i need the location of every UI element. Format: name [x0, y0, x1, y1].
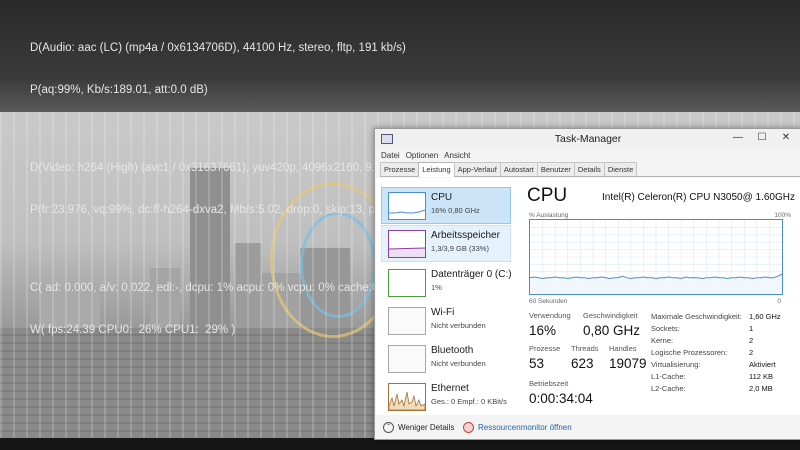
resource-value: 16% 0,80 GHz [431, 206, 480, 215]
resource-value: Nicht verbunden [431, 321, 486, 330]
memory-graph-icon [388, 230, 426, 258]
spec-label: Sockets: [651, 324, 680, 333]
osd-audio-params: P(aq:99%, Kb/s:189.01, att:0.0 dB) [30, 84, 208, 96]
minimize-button[interactable]: — [727, 131, 749, 145]
spec-value: 2,0 MB [749, 384, 773, 393]
threads-value: 623 [571, 356, 594, 371]
osd-video-line: D(Video: h264 (High) (avc1 / 0x31637661)… [30, 162, 420, 174]
uptime-label: Betriebszeit [529, 379, 569, 388]
tab-benutzer[interactable]: Benutzer [536, 162, 575, 176]
chevron-up-icon: ⌃ [383, 422, 394, 433]
spec-label: Virtualisierung: [651, 360, 701, 369]
spec-value: Aktiviert [749, 360, 776, 369]
spec-label: L1-Cache: [651, 372, 686, 381]
osd-clock-line: C( ad: 0.000, a/v: 0.022, edl:-, dcpu: 1… [30, 282, 423, 294]
playback-stats-overlay: D(Audio: aac (LC) (mp4a / 0x6134706D), 4… [30, 13, 423, 351]
resource-value: Ges.: 0 Empf.: 0 KBit/s [431, 397, 507, 406]
resource-value: 1,3/3,9 GB (33%) [431, 244, 489, 253]
usage-label: Verwendung [529, 311, 571, 320]
cpu-model: Intel(R) Celeron(R) CPU N3050@ 1.60GHz [602, 192, 795, 203]
title-bar[interactable]: Task-Manager — ☐ ✕ [375, 129, 800, 149]
processes-value: 53 [529, 356, 545, 371]
tab-prozesse[interactable]: Prozesse [380, 162, 420, 176]
resource-monitor-icon [463, 422, 474, 433]
resource-item-memory[interactable]: Arbeitsspeicher 1,3/3,9 GB (33%) [381, 225, 511, 262]
tab-dienste[interactable]: Dienste [603, 162, 638, 176]
tab-app-verlauf[interactable]: App-Verlauf [453, 162, 501, 176]
spec-label: L2-Cache: [651, 384, 686, 393]
speed-label: Geschwindigkeit [583, 311, 638, 320]
resource-name: Ethernet [431, 383, 469, 394]
cpu-graph-icon [388, 192, 426, 220]
graph-y-label: % Auslastung [529, 212, 569, 219]
less-details-button[interactable]: ⌃ Weniger Details [383, 422, 454, 433]
usage-value: 16% [529, 323, 557, 338]
resource-monitor-link[interactable]: Ressourcenmonitor öffnen [463, 422, 572, 433]
menu-optionen[interactable]: Optionen [406, 151, 438, 160]
speed-value: 0,80 GHz [583, 323, 641, 338]
resource-value: Nicht verbunden [431, 359, 486, 368]
resource-name: CPU [431, 192, 453, 203]
less-details-label: Weniger Details [398, 423, 455, 432]
resource-item-bluetooth[interactable]: Bluetooth Nicht verbunden [382, 341, 510, 376]
task-manager-window: Task-Manager — ☐ ✕ Datei Optionen Ansich… [374, 128, 800, 440]
resource-name: Bluetooth [431, 345, 474, 356]
bluetooth-graph-icon [388, 345, 426, 373]
detail-title: CPU [527, 185, 568, 206]
tab-leistung[interactable]: Leistung [418, 162, 455, 177]
resource-monitor-label: Ressourcenmonitor öffnen [478, 423, 572, 432]
resource-list: CPU 16% 0,80 GHz Arbeitsspeicher 1,3/3,9… [381, 183, 512, 411]
resource-name: Wi-Fi [431, 307, 455, 318]
tab-autostart[interactable]: Autostart [499, 162, 538, 176]
resource-value: 1% [431, 283, 442, 292]
footer-bar: ⌃ Weniger Details Ressourcenmonitor öffn… [375, 416, 800, 439]
resource-item-cpu[interactable]: CPU 16% 0,80 GHz [381, 187, 511, 224]
graph-y-max: 100% [774, 212, 791, 219]
resource-name: Datenträger 0 (C:) [431, 269, 512, 280]
handles-label: Handles [609, 344, 637, 353]
handles-value: 19079 [609, 356, 647, 371]
disk-graph-icon [388, 269, 426, 297]
graph-y-min: 0 [777, 298, 781, 305]
threads-label: Threads [571, 344, 599, 353]
tab-bar: Prozesse Leistung App-Verlauf Autostart … [380, 162, 800, 177]
spec-label: Logische Prozessoren: [651, 348, 728, 357]
spec-label: Maximale Geschwindigkeit: [651, 312, 742, 321]
menu-bar: Datei Optionen Ansicht [375, 149, 800, 162]
spec-value: 1,60 GHz [749, 312, 781, 321]
resource-item-disk[interactable]: Datenträger 0 (C:) 1% [382, 265, 512, 300]
graph-x-label: 60 Sekunden [529, 298, 568, 305]
tab-details[interactable]: Details [573, 162, 605, 176]
resource-item-wifi[interactable]: Wi-Fi Nicht verbunden [382, 303, 510, 338]
menu-datei[interactable]: Datei [381, 151, 400, 160]
spec-value: 112 KB [749, 372, 774, 381]
cpu-detail: CPU Intel(R) Celeron(R) CPU N3050@ 1.60G… [527, 178, 795, 415]
close-button[interactable]: ✕ [775, 131, 797, 145]
menu-ansicht[interactable]: Ansicht [444, 151, 470, 160]
spec-label: Kerne: [651, 336, 674, 345]
resource-name: Arbeitsspeicher [431, 230, 500, 241]
cpu-usage-graph [529, 219, 783, 295]
resource-item-ethernet[interactable]: Ethernet Ges.: 0 Empf.: 0 KBit/s [382, 379, 510, 414]
osd-fps-line: W( fps:24.39 CPU0: 26% CPU1: 29% ) [30, 324, 236, 336]
processes-label: Prozesse [529, 344, 561, 353]
osd-video-params: P(fr:23.976, vq:99%, dc:ff-h264-dxva2, M… [30, 204, 395, 216]
uptime-value: 0:00:34:04 [529, 391, 593, 406]
spec-value: 1 [749, 324, 754, 333]
spec-value: 2 [749, 348, 754, 357]
ethernet-graph-icon [388, 383, 426, 411]
spec-value: 2 [749, 336, 754, 345]
maximize-button[interactable]: ☐ [751, 131, 773, 145]
performance-panel: CPU 16% 0,80 GHz Arbeitsspeicher 1,3/3,9… [376, 178, 800, 415]
osd-audio-line: D(Audio: aac (LC) (mp4a / 0x6134706D), 4… [30, 42, 406, 54]
wifi-graph-icon [388, 307, 426, 335]
